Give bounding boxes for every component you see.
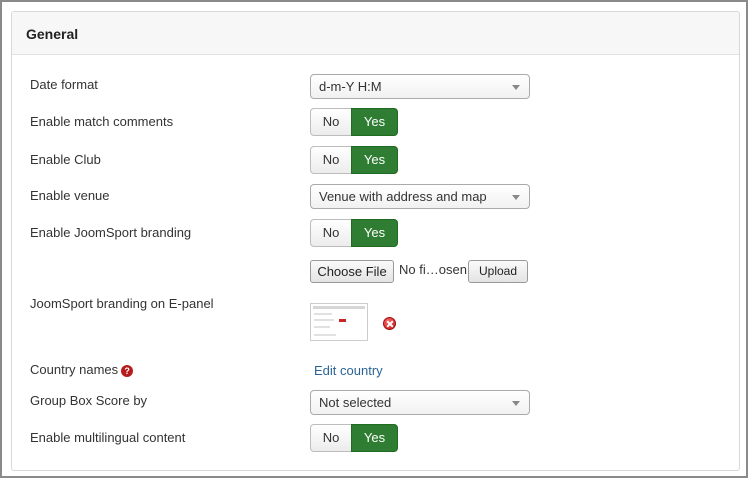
help-icon[interactable]: ? <box>121 365 134 377</box>
club-label: Enable Club <box>30 152 101 167</box>
panel-header: General <box>12 12 739 55</box>
group-box-select[interactable]: Not selected <box>310 390 530 415</box>
general-panel: General Date format d-m-Y H:M Enable mat… <box>11 11 740 471</box>
date-format-select[interactable]: d-m-Y H:M <box>310 74 530 99</box>
delete-icon[interactable] <box>383 317 396 330</box>
branding-label: Enable JoomSport branding <box>30 225 192 240</box>
file-status-text: No fi…osen <box>399 262 467 277</box>
chevron-down-icon <box>512 401 520 406</box>
date-format-label: Date format <box>30 77 98 92</box>
club-no-button[interactable]: No <box>310 146 351 174</box>
panel-title: General <box>26 26 79 42</box>
multilingual-no-button[interactable]: No <box>310 424 351 452</box>
venue-select[interactable]: Venue with address and map <box>310 184 530 209</box>
upload-button[interactable]: Upload <box>468 260 528 283</box>
branding-epanel-label: JoomSport branding on E-panel <box>30 296 214 311</box>
branding-thumbnail <box>310 303 368 341</box>
country-names-label: Country names? <box>30 362 134 377</box>
match-comments-yes-button[interactable]: Yes <box>351 108 398 136</box>
group-box-label: Group Box Score by <box>30 393 148 408</box>
multilingual-yes-button[interactable]: Yes <box>351 424 398 452</box>
multilingual-toggle: No Yes <box>310 424 400 452</box>
match-comments-toggle: No Yes <box>310 108 400 136</box>
country-names-label-text: Country names <box>30 362 119 377</box>
group-box-value: Not selected <box>319 395 392 410</box>
branding-toggle: No Yes <box>310 219 400 247</box>
match-comments-label: Enable match comments <box>30 114 174 129</box>
venue-value: Venue with address and map <box>319 189 487 204</box>
edit-country-link[interactable]: Edit country <box>314 363 383 378</box>
choose-file-button[interactable]: Choose File <box>310 260 394 283</box>
multilingual-label: Enable multilingual content <box>30 430 186 445</box>
club-yes-button[interactable]: Yes <box>351 146 398 174</box>
club-toggle: No Yes <box>310 146 400 174</box>
chevron-down-icon <box>512 195 520 200</box>
venue-label: Enable venue <box>30 188 110 203</box>
branding-no-button[interactable]: No <box>310 219 351 247</box>
window-frame: General Date format d-m-Y H:M Enable mat… <box>0 0 748 478</box>
branding-yes-button[interactable]: Yes <box>351 219 398 247</box>
match-comments-no-button[interactable]: No <box>310 108 351 136</box>
chevron-down-icon <box>512 85 520 90</box>
date-format-value: d-m-Y H:M <box>319 79 382 94</box>
